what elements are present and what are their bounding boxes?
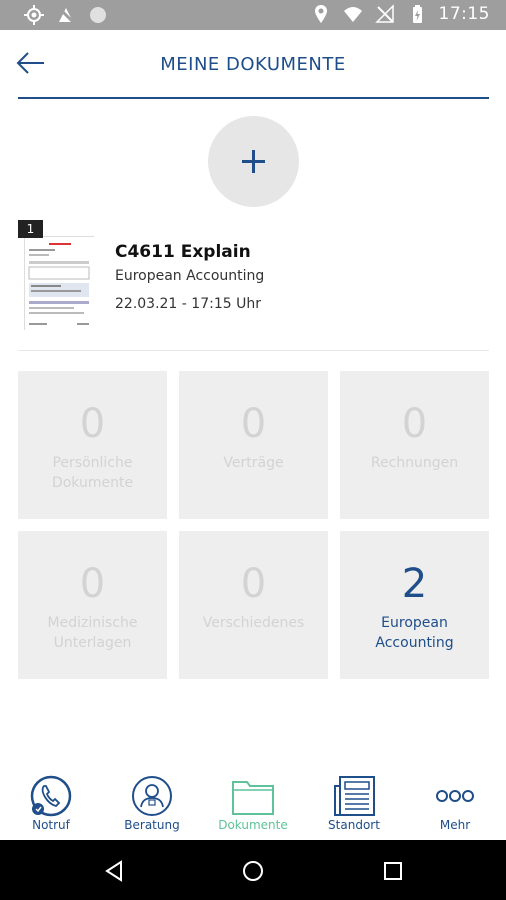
no-signal-icon [56, 5, 76, 25]
page-title: MEINE DOKUMENTE [160, 54, 346, 75]
document-list-item[interactable]: 1 C4611 Explain European Accounting 22.0… [18, 220, 488, 332]
document-date: 22.03.21 - 17:15 Uhr [115, 296, 261, 312]
system-recents-icon[interactable] [381, 859, 405, 883]
system-back-icon[interactable] [102, 859, 126, 883]
category-label: Persönliche Dokumente [51, 455, 134, 491]
add-document-button[interactable] [208, 116, 299, 207]
nav-label: Dokumente [218, 818, 288, 832]
location-target-icon [24, 5, 44, 25]
category-count: 0 [240, 401, 267, 447]
status-time: 17:15 [438, 4, 490, 24]
nav-mehr[interactable]: Mehr [405, 770, 505, 840]
signal-off-icon [374, 4, 394, 23]
location-pin-icon [314, 5, 327, 23]
category-tile-vertraege[interactable]: 0 Verträge [179, 371, 328, 519]
newspaper-icon [334, 776, 375, 816]
category-count: 0 [79, 561, 106, 607]
advisor-icon [132, 776, 172, 816]
plus-icon [242, 150, 265, 173]
list-divider [18, 350, 489, 351]
system-home-icon[interactable] [241, 859, 265, 883]
category-count: 0 [401, 401, 428, 447]
category-label: Rechnungen [370, 455, 459, 471]
category-tile-verschiedenes[interactable]: 0 Verschiedenes [179, 531, 328, 679]
nav-notruf[interactable]: Notruf [1, 770, 101, 840]
category-tile-persoenliche-dokumente[interactable]: 0 Persönliche Dokumente [18, 371, 167, 519]
status-bar: 17:15 [0, 0, 506, 30]
phone-icon [30, 775, 72, 817]
document-title: C4611 Explain [115, 242, 251, 262]
bottom-navigation: Notruf Beratung Dokumente Standort Mehr [0, 770, 506, 840]
document-category: European Accounting [115, 268, 265, 284]
more-dots-icon [436, 790, 474, 802]
nav-label: Mehr [439, 818, 471, 832]
category-tile-rechnungen[interactable]: 0 Rechnungen [340, 371, 489, 519]
folder-icon [232, 781, 274, 815]
category-label: Verschiedenes [202, 615, 305, 631]
category-count: 2 [401, 561, 428, 607]
wifi-icon [343, 7, 362, 22]
category-count: 0 [240, 561, 267, 607]
category-label: European Accounting [375, 615, 454, 651]
document-thumbnail [24, 236, 95, 331]
nav-label: Notruf [32, 818, 70, 832]
category-tile-medizinische-unterlagen[interactable]: 0 Medizinische Unterlagen [18, 531, 167, 679]
header: MEINE DOKUMENTE [0, 30, 506, 100]
nav-dokumente[interactable]: Dokumente [203, 770, 303, 840]
document-number-badge: 1 [18, 220, 43, 238]
circle-icon [90, 7, 106, 23]
nav-label: Beratung [124, 818, 180, 832]
nav-standort[interactable]: Standort [304, 770, 404, 840]
category-tile-european-accounting[interactable]: 2 European Accounting [340, 531, 489, 679]
system-navigation-bar [0, 840, 506, 900]
category-count: 0 [79, 401, 106, 447]
category-label: Medizinische Unterlagen [47, 615, 138, 651]
header-divider [18, 97, 489, 99]
category-label: Verträge [223, 455, 284, 471]
nav-label: Standort [328, 818, 380, 832]
nav-beratung[interactable]: Beratung [102, 770, 202, 840]
battery-charging-icon [412, 5, 422, 23]
